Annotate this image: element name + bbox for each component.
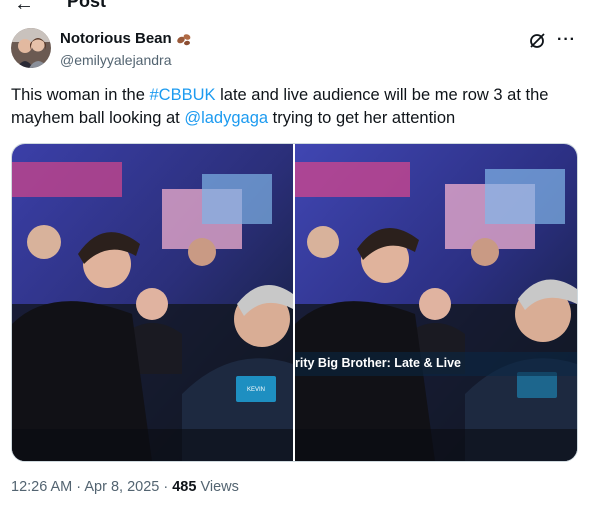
meta-separator: · bbox=[159, 479, 173, 495]
media-grid: KEVIN rity Big Brother: Late & Live bbox=[11, 143, 578, 462]
photo-left[interactable]: KEVIN bbox=[12, 144, 293, 461]
tweet-meta: 12:26 AM · Apr 8, 2025 · 485 Views bbox=[11, 478, 239, 496]
grok-icon[interactable] bbox=[528, 32, 546, 50]
tweet-text-part: This woman in the bbox=[11, 86, 150, 104]
tweet-text: This woman in the #CBBUK late and live a… bbox=[11, 84, 581, 130]
name-badge-text: KEVIN bbox=[247, 387, 265, 393]
avatar[interactable] bbox=[11, 28, 51, 68]
mention-link[interactable]: @ladygaga bbox=[184, 109, 268, 127]
back-arrow-icon[interactable]: ← bbox=[14, 0, 34, 14]
views-count: 485 bbox=[172, 479, 197, 495]
tweet-date[interactable]: Apr 8, 2025 bbox=[84, 479, 159, 495]
tweet-time[interactable]: 12:26 AM bbox=[11, 479, 72, 495]
beans-icon bbox=[176, 32, 192, 46]
more-dots-icon[interactable]: ··· bbox=[557, 31, 576, 49]
top-bar: ← Post bbox=[0, 0, 589, 16]
hashtag-link[interactable]: #CBBUK bbox=[149, 86, 215, 104]
page-title: Post bbox=[67, 0, 107, 11]
author-name-row[interactable]: Notorious Bean bbox=[60, 30, 192, 48]
tweet-text-part: trying to get her attention bbox=[268, 109, 456, 127]
tv-caption: rity Big Brother: Late & Live bbox=[295, 356, 461, 370]
views-label: Views bbox=[196, 479, 239, 495]
photo-right[interactable]: rity Big Brother: Late & Live bbox=[295, 144, 577, 461]
meta-separator: · bbox=[72, 479, 85, 495]
author-handle[interactable]: @emilyyalejandra bbox=[60, 51, 171, 69]
author-display-name[interactable]: Notorious Bean bbox=[60, 30, 172, 48]
